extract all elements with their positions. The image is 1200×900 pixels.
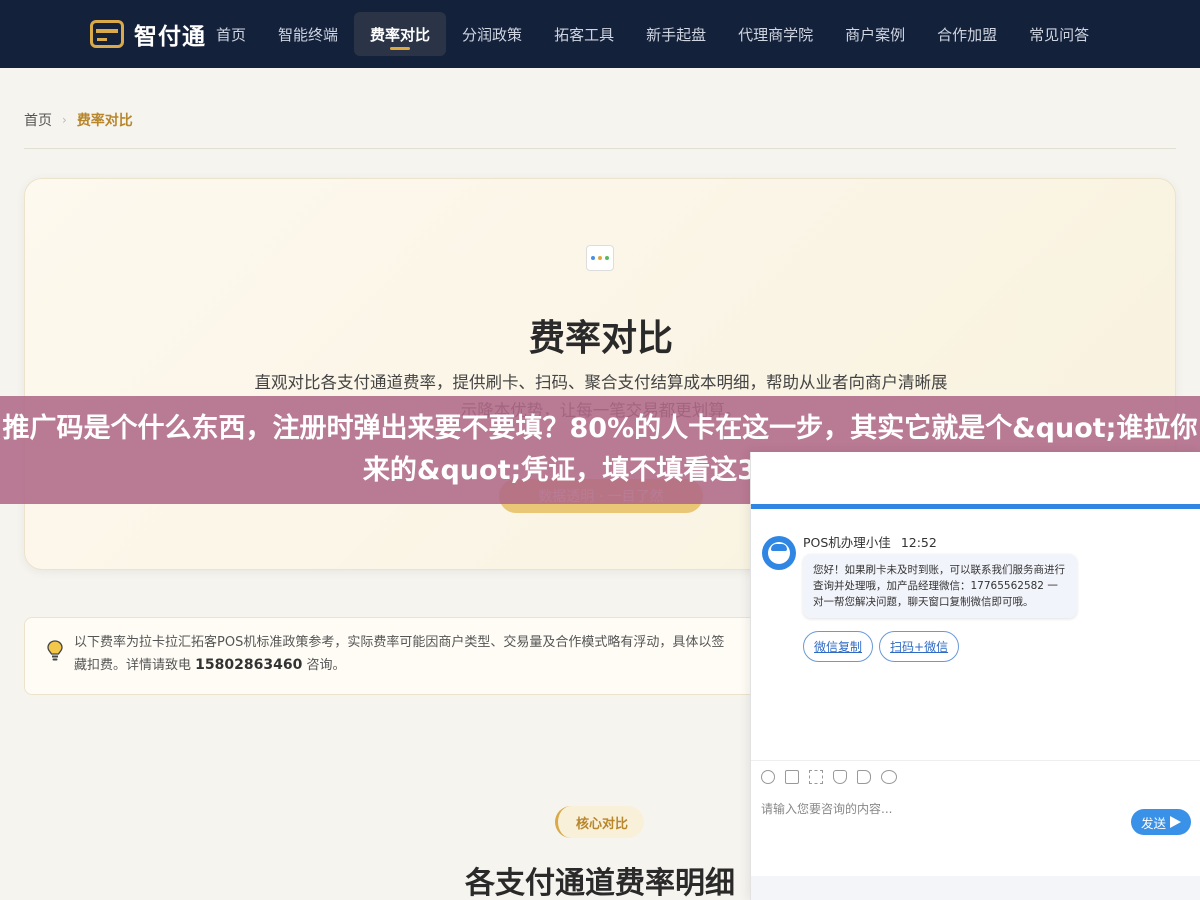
nav-item-cases[interactable]: 商户案例 — [829, 12, 921, 56]
breadcrumb-separator: › — [62, 113, 67, 127]
chat-divider — [751, 760, 1200, 761]
scan-wechat-button[interactable]: 扫码+微信 — [879, 631, 960, 662]
nav-item-tools[interactable]: 拓客工具 — [538, 12, 630, 56]
breadcrumb-current: 费率对比 — [76, 113, 133, 129]
divider — [24, 148, 1176, 149]
chat-quick-actions: 微信复制 扫码+微信 — [803, 631, 960, 662]
chat-history-icon[interactable] — [881, 770, 897, 784]
emoji-icon[interactable] — [761, 770, 775, 784]
notice-text-end: 咨询。 — [306, 658, 346, 673]
section-badge: 核心对比 — [555, 806, 645, 838]
chat-header-bar — [751, 504, 1200, 509]
nav-item-academy[interactable]: 代理商学院 — [722, 12, 829, 56]
nav-item-home[interactable]: 首页 — [200, 12, 262, 56]
rating-icon[interactable] — [833, 770, 847, 784]
screenshot-icon[interactable] — [809, 770, 823, 784]
send-button[interactable]: 发送 — [1131, 809, 1191, 835]
chat-widget: POS机办理小佳 12:52 您好！如果刷卡未及时到账，可以联系我们服务商进行查询… — [750, 452, 1200, 900]
nav-item-terminal[interactable]: 智能终端 — [262, 12, 354, 56]
breadcrumb-home[interactable]: 首页 — [24, 110, 52, 130]
notice-text-line2: 藏扣费。详情请致电 — [74, 658, 192, 673]
nav-item-beginner[interactable]: 新手起盘 — [630, 12, 722, 56]
chat-window-controls — [1148, 464, 1188, 478]
copy-wechat-button[interactable]: 微信复制 — [803, 631, 874, 662]
minimize-icon[interactable] — [1148, 464, 1162, 478]
chat-footer — [751, 876, 1200, 900]
logo[interactable]: 智付通 — [90, 17, 206, 51]
agent-name-line: POS机办理小佳 12:52 — [803, 532, 937, 551]
logo-text: 智付通 — [134, 24, 206, 50]
nav-item-rate-compare[interactable]: 费率对比 — [354, 12, 447, 56]
lightbulb-icon — [47, 640, 63, 661]
chat-message-bubble: 您好！如果刷卡未及时到账，可以联系我们服务商进行查询并处理哦，加产品经理微信：1… — [803, 554, 1077, 618]
top-navbar: 智付通 首页 智能终端 费率对比 分润政策 拓客工具 新手起盘 代理商学院 商户… — [0, 0, 1200, 68]
nav-menu: 首页 智能终端 费率对比 分润政策 拓客工具 新手起盘 代理商学院 商户案例 合… — [200, 12, 1105, 56]
send-label: 发送 — [1140, 815, 1166, 831]
window-dots-icon — [586, 245, 614, 271]
notice-text-line1: 以下费率为拉卡拉汇拓客POS机标准政策参考，实际费率可能因商户类型、交易量及合作… — [74, 635, 725, 650]
notice-phone[interactable]: 15802863460 — [195, 657, 302, 673]
chat-toolbar — [761, 770, 897, 784]
breadcrumb: 首页 › 费率对比 — [24, 110, 133, 130]
nav-item-join[interactable]: 合作加盟 — [921, 12, 1013, 56]
image-icon[interactable] — [785, 770, 799, 784]
agent-avatar — [762, 536, 796, 570]
send-arrow-icon — [1170, 816, 1181, 828]
nav-item-profit-policy[interactable]: 分润政策 — [446, 12, 538, 56]
page-title: 费率对比 — [528, 318, 673, 359]
maximize-icon[interactable] — [1174, 464, 1188, 478]
agent-name: POS机办理小佳 — [803, 535, 891, 550]
sound-icon[interactable] — [857, 770, 871, 784]
chat-input[interactable]: 请输入您要咨询的内容... — [761, 800, 1121, 817]
message-time: 12:52 — [900, 535, 937, 550]
nav-item-faq[interactable]: 常见问答 — [1013, 12, 1105, 56]
card-logo-icon — [90, 20, 124, 48]
